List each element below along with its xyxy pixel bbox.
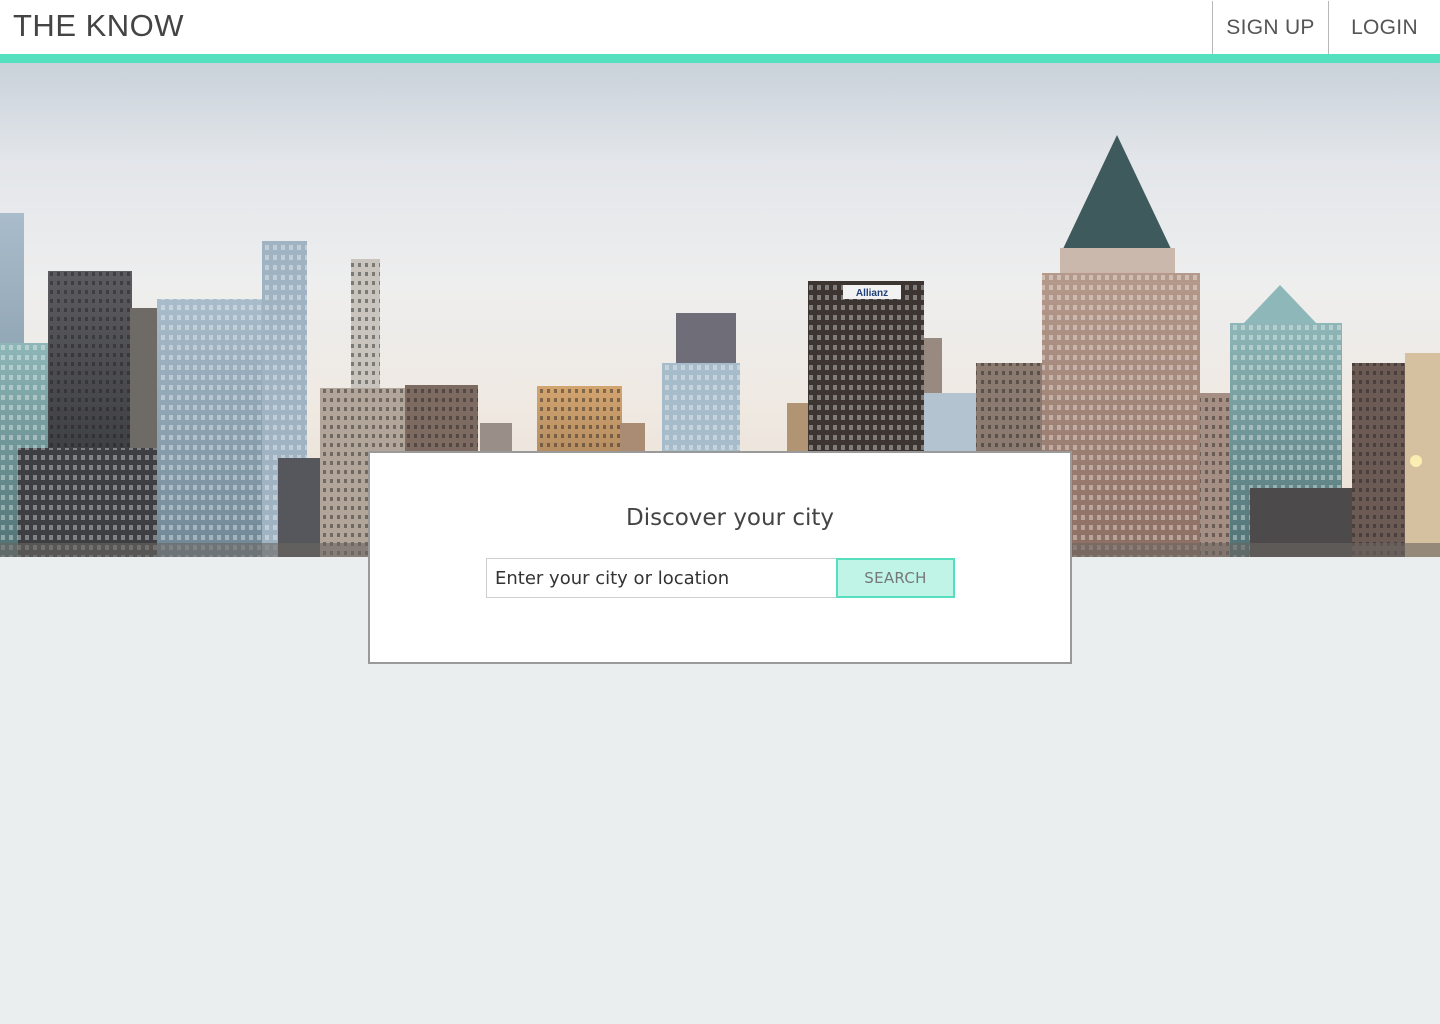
search-button[interactable]: SEARCH [836, 558, 955, 598]
accent-divider [0, 54, 1440, 63]
top-navigation-bar: THE KNOW SIGN UP LOGIN [0, 0, 1440, 54]
search-card: Discover your city SEARCH [368, 451, 1072, 664]
login-link[interactable]: LOGIN [1328, 1, 1440, 54]
allianz-sign: Allianz [856, 288, 888, 299]
sign-up-link[interactable]: SIGN UP [1212, 1, 1328, 54]
city-search-input[interactable] [486, 558, 837, 598]
site-logo[interactable]: THE KNOW [13, 8, 184, 44]
search-card-title: Discover your city [625, 505, 835, 531]
